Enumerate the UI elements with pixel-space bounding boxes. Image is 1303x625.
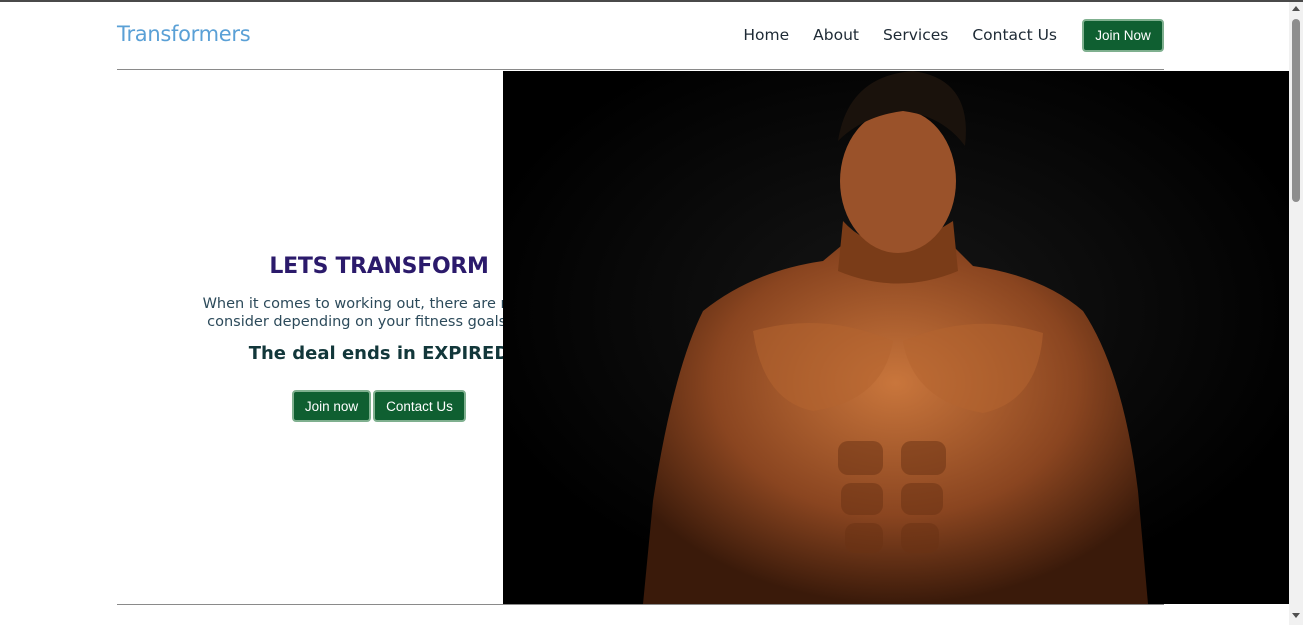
hero-description-line2: consider depending on your fitness goals… — [207, 314, 552, 330]
hero-buttons: Join now Contact Us — [292, 390, 466, 422]
brand-logo[interactable]: Transformers — [117, 22, 251, 46]
scroll-down-arrow-icon[interactable] — [1292, 613, 1300, 618]
divider-bottom — [117, 604, 1164, 605]
nav-link-contact[interactable]: Contact Us — [972, 19, 1057, 52]
hero-image — [503, 71, 1289, 604]
bodybuilder-illustration — [503, 71, 1289, 604]
nav-links: Home About Services Contact Us Join Now — [743, 19, 1164, 52]
scroll-up-arrow-icon[interactable] — [1292, 6, 1300, 11]
vertical-scrollbar[interactable] — [1289, 2, 1303, 625]
navbar: Transformers Home About Services Contact… — [117, 2, 1164, 69]
nav-link-home[interactable]: Home — [743, 19, 789, 52]
hero-join-button[interactable]: Join now — [292, 390, 371, 422]
nav-link-about[interactable]: About — [813, 19, 859, 52]
nav-link-services[interactable]: Services — [883, 19, 948, 52]
scrollbar-thumb[interactable] — [1292, 19, 1300, 202]
hero-contact-button[interactable]: Contact Us — [373, 390, 466, 422]
nav-join-button[interactable]: Join Now — [1082, 19, 1164, 52]
